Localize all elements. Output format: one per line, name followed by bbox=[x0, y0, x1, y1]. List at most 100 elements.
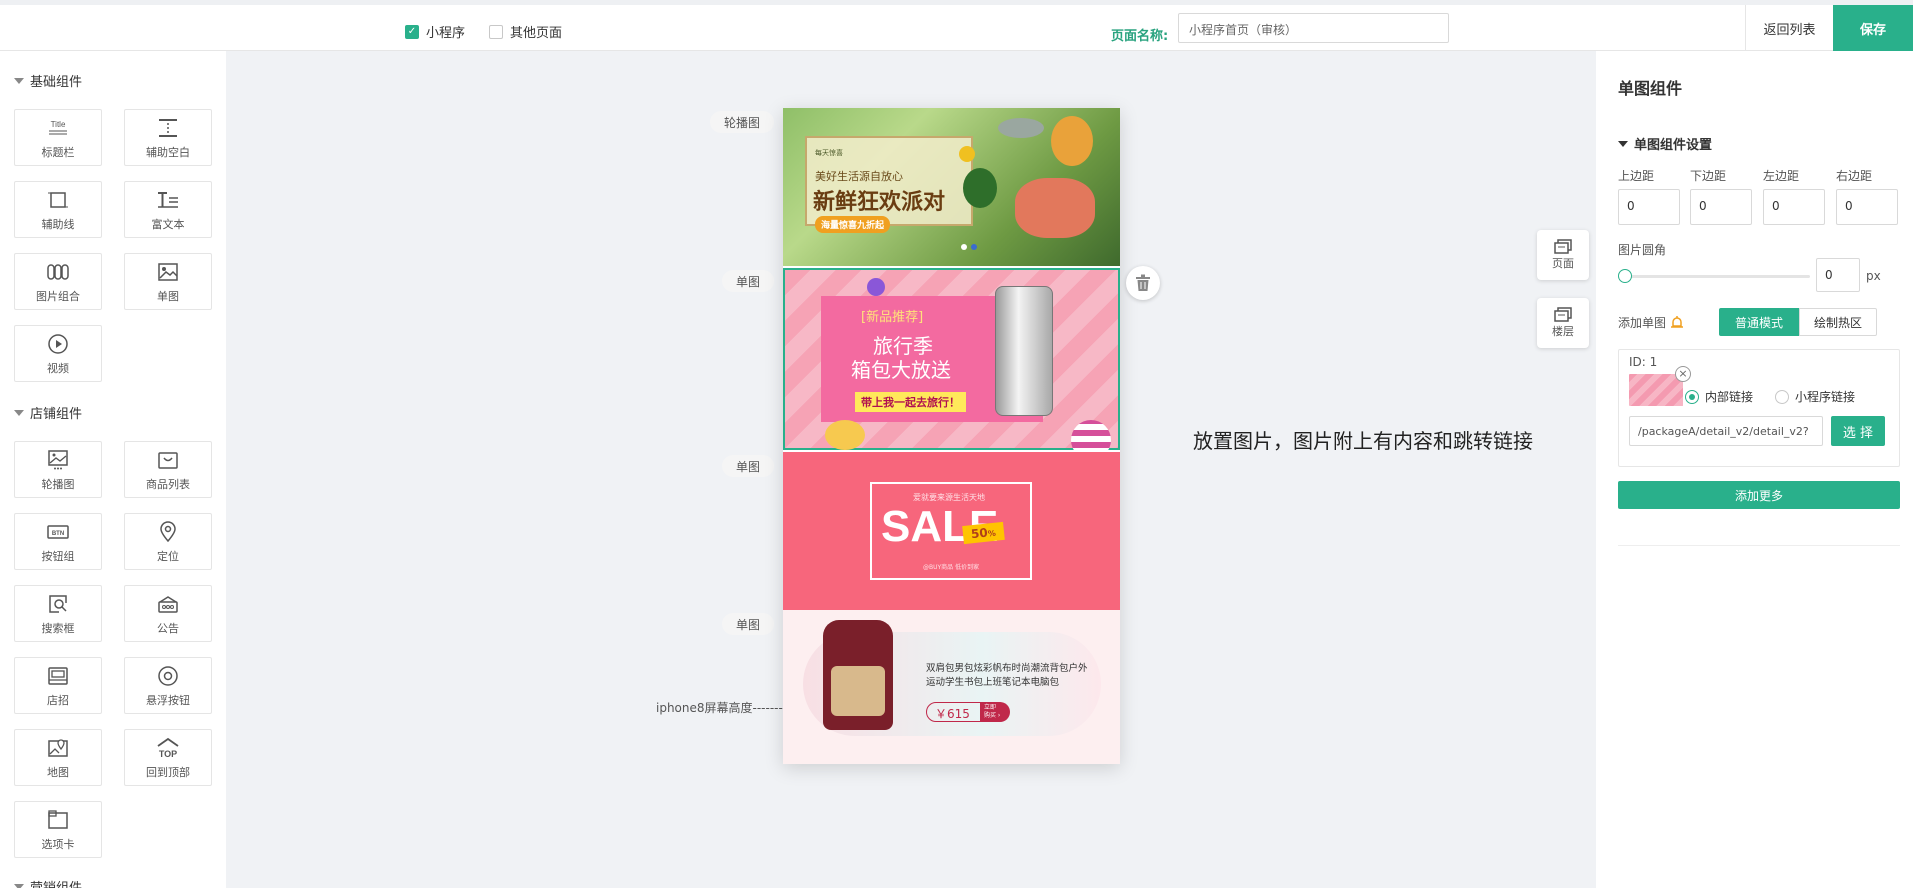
tab-card-icon bbox=[47, 808, 69, 832]
divider bbox=[1618, 545, 1900, 546]
settings-section-header[interactable]: 单图组件设置 bbox=[1618, 134, 1712, 153]
floor-tool-button[interactable]: 楼层 bbox=[1537, 298, 1589, 348]
image-item-card: ID: 1 × 内部链接 小程序链接 /packageA/detail_v2/d… bbox=[1618, 349, 1900, 467]
corner-radius-slider-track[interactable] bbox=[1624, 275, 1810, 278]
component-label: 单图 bbox=[157, 289, 179, 303]
block-label-single-image: 单图 bbox=[722, 455, 775, 477]
single-image-banner[interactable]: 爱就要来源生活天地 SALE 50% @BUY商品 低价到家 bbox=[783, 452, 1120, 610]
miniprogram-link-radio[interactable]: 小程序链接 bbox=[1775, 388, 1855, 405]
block-label-carousel: 轮播图 bbox=[710, 111, 775, 133]
corner-radius-label: 图片圆角 bbox=[1618, 243, 1667, 257]
component-video[interactable]: 视频 bbox=[14, 325, 102, 382]
component-carousel[interactable]: 轮播图 bbox=[14, 441, 102, 498]
margin-top-label: 上边距 bbox=[1618, 169, 1655, 183]
buy-now-button[interactable]: 立即 购买 › bbox=[980, 702, 1010, 722]
miniprogram-label: 小程序 bbox=[426, 26, 466, 41]
corner-radius-unit: px bbox=[1866, 269, 1881, 283]
buy-now-line2: 购买 › bbox=[984, 712, 1001, 719]
component-label: 按钮组 bbox=[41, 549, 75, 563]
component-goods-list[interactable]: 商品列表 bbox=[124, 441, 212, 498]
component-button-group[interactable]: BTN 按钮组 bbox=[14, 513, 102, 570]
page-tool-button[interactable]: 页面 bbox=[1537, 230, 1589, 280]
basic-components-header[interactable]: 基础组件 bbox=[14, 71, 82, 90]
radio-empty-icon bbox=[1775, 389, 1789, 404]
title-icon-text: Title bbox=[51, 120, 66, 129]
shop-components-header[interactable]: 店铺组件 bbox=[14, 403, 82, 422]
notice-icon bbox=[156, 592, 180, 616]
component-label: 富文本 bbox=[151, 217, 185, 231]
annotation-hint: 放置图片，图片附上有内容和跳转链接 bbox=[1193, 429, 1533, 453]
margin-top-input[interactable]: 0 bbox=[1618, 189, 1680, 225]
component-store-sign[interactable]: 店招 bbox=[14, 657, 102, 714]
link-path-input[interactable]: /packageA/detail_v2/detail_v2? bbox=[1629, 416, 1823, 446]
carousel-banner[interactable]: 每天惊喜 美好生活源自放心 新鲜狂欢派对 海量惊喜九折起 bbox=[783, 108, 1120, 266]
margin-right-label: 右边距 bbox=[1836, 169, 1873, 183]
remove-image-icon[interactable]: × bbox=[1675, 366, 1691, 382]
back-to-list-button[interactable]: 返回列表 bbox=[1745, 5, 1833, 51]
component-divider-line[interactable]: 辅助线 bbox=[14, 181, 102, 238]
pepper-shape bbox=[959, 146, 975, 162]
product-title-line1: 双肩包男包炫彩帆布时尚潮流背包户外 bbox=[926, 663, 1088, 674]
component-location[interactable]: 定位 bbox=[124, 513, 212, 570]
add-single-image-label: 添加单图 bbox=[1618, 316, 1667, 330]
component-title-bar[interactable]: Title 标题栏 bbox=[14, 109, 102, 166]
image-group-icon bbox=[46, 260, 70, 284]
component-back-to-top[interactable]: TOP 回到顶部 bbox=[124, 729, 212, 786]
top-bar: ✓ 小程序 其他页面 页面名称: 小程序首页（审核） 返回列表 保存 bbox=[0, 0, 1913, 51]
other-pages-label: 其他页面 bbox=[510, 26, 563, 41]
sale-ribbon-unit: % bbox=[987, 528, 997, 539]
margin-bottom-input[interactable]: 0 bbox=[1690, 189, 1752, 225]
buy-now-line1: 立即 bbox=[984, 704, 997, 711]
component-search-box[interactable]: 搜索框 bbox=[14, 585, 102, 642]
carousel-dot bbox=[961, 244, 967, 250]
select-link-button[interactable]: 选 择 bbox=[1831, 416, 1885, 446]
panel-title: 单图组件 bbox=[1618, 79, 1683, 98]
corner-radius-input[interactable]: 0 bbox=[1816, 258, 1860, 292]
add-more-button[interactable]: 添加更多 bbox=[1618, 481, 1900, 509]
component-float-button[interactable]: 悬浮按钮 bbox=[124, 657, 212, 714]
radio-selected-icon bbox=[1685, 389, 1699, 404]
settings-title: 单图组件设置 bbox=[1634, 138, 1713, 153]
properties-panel: 单图组件 单图组件设置 上边距 下边距 左边距 右边距 0 0 0 0 图片圆角… bbox=[1596, 51, 1913, 888]
float-button-icon bbox=[157, 664, 179, 688]
sale-bottom-text: @BUY商品 低价到家 bbox=[923, 564, 980, 571]
margin-right-input[interactable]: 0 bbox=[1836, 189, 1898, 225]
collapse-arrow-icon bbox=[14, 77, 24, 84]
image-thumbnail[interactable] bbox=[1629, 374, 1683, 406]
marketing-components-header[interactable]: 营销组件 bbox=[14, 877, 82, 888]
component-tab-card[interactable]: 选项卡 bbox=[14, 801, 102, 858]
banner-line2: 箱包大放送 bbox=[851, 358, 951, 382]
corner-radius-slider-handle[interactable] bbox=[1618, 269, 1632, 283]
page-name-label: 页面名称: bbox=[1111, 29, 1169, 44]
component-map[interactable]: 地图 bbox=[14, 729, 102, 786]
component-label: 店招 bbox=[47, 693, 69, 707]
top-icon-text: TOP bbox=[159, 749, 177, 759]
margin-left-input[interactable]: 0 bbox=[1763, 189, 1825, 225]
component-single-image[interactable]: 单图 bbox=[124, 253, 212, 310]
miniprogram-link-label: 小程序链接 bbox=[1795, 390, 1856, 404]
alarm-bell-icon[interactable] bbox=[1669, 315, 1685, 331]
normal-mode-button[interactable]: 普通模式 bbox=[1719, 308, 1799, 336]
component-blank[interactable]: 辅助空白 bbox=[124, 109, 212, 166]
delete-block-button[interactable] bbox=[1126, 266, 1160, 300]
single-image-banner[interactable]: 双肩包男包炫彩帆布时尚潮流背包户外 运动学生书包上班笔记本电脑包 ￥615 立即… bbox=[783, 610, 1120, 764]
component-notice[interactable]: 公告 bbox=[124, 585, 212, 642]
floor-tool-label: 楼层 bbox=[1552, 325, 1574, 338]
miniprogram-checkbox[interactable]: ✓ 小程序 bbox=[405, 22, 465, 41]
banner-badge: 海量惊喜九折起 bbox=[815, 216, 891, 233]
component-richtext[interactable]: 富文本 bbox=[124, 181, 212, 238]
phone-preview: 每天惊喜 美好生活源自放心 新鲜狂欢派对 海量惊喜九折起 [新品推荐] 旅行季 … bbox=[783, 108, 1120, 764]
other-pages-checkbox[interactable]: 其他页面 bbox=[489, 22, 562, 41]
draw-hotzone-button[interactable]: 绘制热区 bbox=[1799, 308, 1877, 336]
internal-link-radio[interactable]: 内部链接 bbox=[1685, 388, 1753, 405]
margin-left-label: 左边距 bbox=[1763, 169, 1800, 183]
trash-icon bbox=[1136, 274, 1150, 291]
save-button[interactable]: 保存 bbox=[1833, 5, 1913, 51]
component-label: 轮播图 bbox=[41, 477, 75, 491]
page-name-input[interactable]: 小程序首页（审核） bbox=[1178, 13, 1449, 43]
back-top-icon: TOP bbox=[154, 736, 182, 760]
component-label: 定位 bbox=[157, 549, 179, 563]
single-image-banner-selected[interactable]: [新品推荐] 旅行季 箱包大放送 带上我一起去旅行！ bbox=[783, 268, 1120, 460]
component-label: 图片组合 bbox=[36, 289, 80, 303]
component-image-group[interactable]: 图片组合 bbox=[14, 253, 102, 310]
